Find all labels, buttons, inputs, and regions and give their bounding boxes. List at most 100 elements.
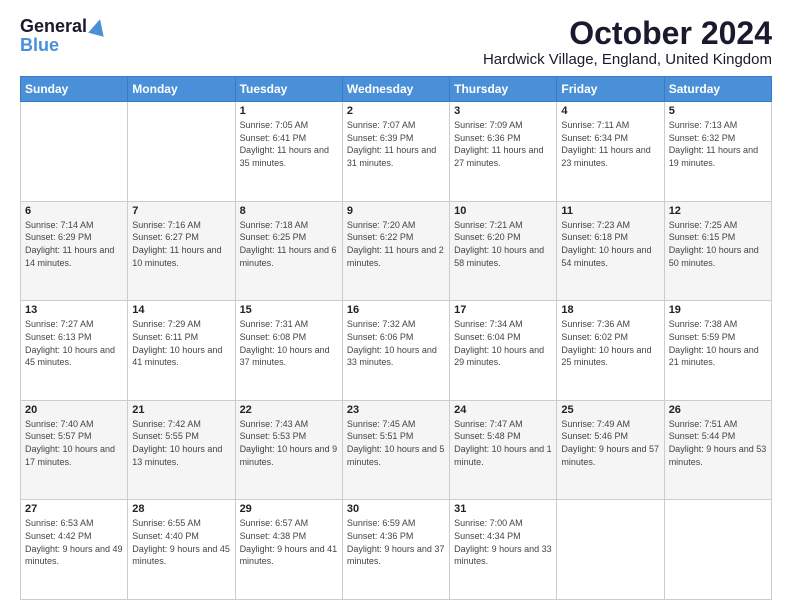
- day-number: 19: [669, 304, 767, 316]
- calendar-week-row: 27 Sunrise: 6:53 AM Sunset: 4:42 PM Dayli…: [21, 500, 772, 600]
- day-info: Sunrise: 7:36 AM Sunset: 6:02 PM Dayligh…: [561, 318, 659, 368]
- day-number: 13: [25, 304, 123, 316]
- calendar-cell: 26 Sunrise: 7:51 AM Sunset: 5:44 PM Dayli…: [664, 400, 771, 500]
- day-number: 11: [561, 205, 659, 217]
- day-info: Sunrise: 7:11 AM Sunset: 6:34 PM Dayligh…: [561, 119, 659, 169]
- day-number: 28: [132, 503, 230, 515]
- day-number: 4: [561, 105, 659, 117]
- day-info: Sunrise: 7:09 AM Sunset: 6:36 PM Dayligh…: [454, 119, 552, 169]
- day-number: 20: [25, 404, 123, 416]
- col-sunday: Sunday: [21, 77, 128, 102]
- day-number: 27: [25, 503, 123, 515]
- day-info: Sunrise: 7:00 AM Sunset: 4:34 PM Dayligh…: [454, 517, 552, 567]
- calendar-cell: 8 Sunrise: 7:18 AM Sunset: 6:25 PM Daylig…: [235, 201, 342, 301]
- calendar-cell: 4 Sunrise: 7:11 AM Sunset: 6:34 PM Daylig…: [557, 102, 664, 202]
- calendar-cell: [128, 102, 235, 202]
- calendar-cell: [557, 500, 664, 600]
- calendar-cell: 19 Sunrise: 7:38 AM Sunset: 5:59 PM Dayli…: [664, 301, 771, 401]
- day-info: Sunrise: 7:47 AM Sunset: 5:48 PM Dayligh…: [454, 418, 552, 468]
- day-info: Sunrise: 7:16 AM Sunset: 6:27 PM Dayligh…: [132, 219, 230, 269]
- header: General Blue October 2024 Hardwick Villa…: [20, 16, 772, 68]
- day-number: 24: [454, 404, 552, 416]
- day-info: Sunrise: 7:18 AM Sunset: 6:25 PM Dayligh…: [240, 219, 338, 269]
- day-number: 22: [240, 404, 338, 416]
- day-info: Sunrise: 7:51 AM Sunset: 5:44 PM Dayligh…: [669, 418, 767, 468]
- calendar-subtitle: Hardwick Village, England, United Kingdo…: [483, 51, 772, 68]
- day-number: 10: [454, 205, 552, 217]
- calendar-cell: 17Sunrise: 7:34 AM Sunset: 6:04 PM Dayli…: [450, 301, 557, 401]
- calendar-cell: 13 Sunrise: 7:27 AM Sunset: 6:13 PM Dayli…: [21, 301, 128, 401]
- day-number: 9: [347, 205, 445, 217]
- calendar-cell: [664, 500, 771, 600]
- calendar-table: Sunday Monday Tuesday Wednesday Thursday…: [20, 76, 772, 600]
- day-info: Sunrise: 7:07 AM Sunset: 6:39 PM Dayligh…: [347, 119, 445, 169]
- logo-triangle-icon: [88, 17, 108, 37]
- day-info: Sunrise: 7:31 AM Sunset: 6:08 PM Dayligh…: [240, 318, 338, 368]
- day-number: 3: [454, 105, 552, 117]
- day-info: Sunrise: 7:43 AM Sunset: 5:53 PM Dayligh…: [240, 418, 338, 468]
- day-number: 21: [132, 404, 230, 416]
- day-number: 14: [132, 304, 230, 316]
- day-number: 26: [669, 404, 767, 416]
- calendar-week-row: 1 Sunrise: 7:05 AM Sunset: 6:41 PM Daylig…: [21, 102, 772, 202]
- day-info: Sunrise: 7:45 AM Sunset: 5:51 PM Dayligh…: [347, 418, 445, 468]
- calendar-week-row: 6Sunrise: 7:14 AM Sunset: 6:29 PM Daylig…: [21, 201, 772, 301]
- day-info: Sunrise: 7:05 AM Sunset: 6:41 PM Dayligh…: [240, 119, 338, 169]
- day-number: 30: [347, 503, 445, 515]
- day-number: 18: [561, 304, 659, 316]
- col-wednesday: Wednesday: [342, 77, 449, 102]
- calendar-cell: 29 Sunrise: 6:57 AM Sunset: 4:38 PM Dayli…: [235, 500, 342, 600]
- calendar-cell: 18 Sunrise: 7:36 AM Sunset: 6:02 PM Dayli…: [557, 301, 664, 401]
- calendar-cell: 1 Sunrise: 7:05 AM Sunset: 6:41 PM Daylig…: [235, 102, 342, 202]
- col-saturday: Saturday: [664, 77, 771, 102]
- calendar-cell: 27 Sunrise: 6:53 AM Sunset: 4:42 PM Dayli…: [21, 500, 128, 600]
- day-info: Sunrise: 7:29 AM Sunset: 6:11 PM Dayligh…: [132, 318, 230, 368]
- day-info: Sunrise: 7:23 AM Sunset: 6:18 PM Dayligh…: [561, 219, 659, 269]
- day-info: Sunrise: 7:14 AM Sunset: 6:29 PM Dayligh…: [25, 219, 123, 269]
- day-info: Sunrise: 6:53 AM Sunset: 4:42 PM Dayligh…: [25, 517, 123, 567]
- day-number: 16: [347, 304, 445, 316]
- col-tuesday: Tuesday: [235, 77, 342, 102]
- col-thursday: Thursday: [450, 77, 557, 102]
- day-info: Sunrise: 6:57 AM Sunset: 4:38 PM Dayligh…: [240, 517, 338, 567]
- day-number: 29: [240, 503, 338, 515]
- day-number: 5: [669, 105, 767, 117]
- day-info: Sunrise: 7:27 AM Sunset: 6:13 PM Dayligh…: [25, 318, 123, 368]
- calendar-cell: 30 Sunrise: 6:59 AM Sunset: 4:36 PM Dayli…: [342, 500, 449, 600]
- calendar-cell: 10 Sunrise: 7:21 AM Sunset: 6:20 PM Dayli…: [450, 201, 557, 301]
- calendar-week-row: 20 Sunrise: 7:40 AM Sunset: 5:57 PM Dayli…: [21, 400, 772, 500]
- day-number: 25: [561, 404, 659, 416]
- day-info: Sunrise: 7:21 AM Sunset: 6:20 PM Dayligh…: [454, 219, 552, 269]
- calendar-cell: 2 Sunrise: 7:07 AM Sunset: 6:39 PM Daylig…: [342, 102, 449, 202]
- day-number: 31: [454, 503, 552, 515]
- day-number: 15: [240, 304, 338, 316]
- calendar-cell: 14 Sunrise: 7:29 AM Sunset: 6:11 PM Dayli…: [128, 301, 235, 401]
- day-number: 12: [669, 205, 767, 217]
- day-number: 8: [240, 205, 338, 217]
- logo-blue: Blue: [20, 35, 59, 56]
- calendar-cell: [21, 102, 128, 202]
- calendar-cell: 22 Sunrise: 7:43 AM Sunset: 5:53 PM Dayli…: [235, 400, 342, 500]
- day-number: 23: [347, 404, 445, 416]
- day-number: 1: [240, 105, 338, 117]
- calendar-cell: 3 Sunrise: 7:09 AM Sunset: 6:36 PM Daylig…: [450, 102, 557, 202]
- day-info: Sunrise: 7:38 AM Sunset: 5:59 PM Dayligh…: [669, 318, 767, 368]
- col-friday: Friday: [557, 77, 664, 102]
- calendar-cell: 28Sunrise: 6:55 AM Sunset: 4:40 PM Dayli…: [128, 500, 235, 600]
- page: General Blue October 2024 Hardwick Villa…: [0, 0, 792, 612]
- calendar-cell: 21Sunrise: 7:42 AM Sunset: 5:55 PM Dayli…: [128, 400, 235, 500]
- day-info: Sunrise: 7:20 AM Sunset: 6:22 PM Dayligh…: [347, 219, 445, 269]
- day-number: 2: [347, 105, 445, 117]
- calendar-cell: 31 Sunrise: 7:00 AM Sunset: 4:34 PM Dayli…: [450, 500, 557, 600]
- logo: General Blue: [20, 16, 106, 56]
- day-info: Sunrise: 7:25 AM Sunset: 6:15 PM Dayligh…: [669, 219, 767, 269]
- day-info: Sunrise: 6:59 AM Sunset: 4:36 PM Dayligh…: [347, 517, 445, 567]
- calendar-cell: 7Sunrise: 7:16 AM Sunset: 6:27 PM Daylig…: [128, 201, 235, 301]
- calendar-cell: 11 Sunrise: 7:23 AM Sunset: 6:18 PM Dayli…: [557, 201, 664, 301]
- calendar-cell: 12 Sunrise: 7:25 AM Sunset: 6:15 PM Dayli…: [664, 201, 771, 301]
- calendar-cell: 5Sunrise: 7:13 AM Sunset: 6:32 PM Daylig…: [664, 102, 771, 202]
- calendar-header-row: Sunday Monday Tuesday Wednesday Thursday…: [21, 77, 772, 102]
- day-info: Sunrise: 7:40 AM Sunset: 5:57 PM Dayligh…: [25, 418, 123, 468]
- calendar-title: October 2024: [483, 16, 772, 51]
- calendar-cell: 20 Sunrise: 7:40 AM Sunset: 5:57 PM Dayli…: [21, 400, 128, 500]
